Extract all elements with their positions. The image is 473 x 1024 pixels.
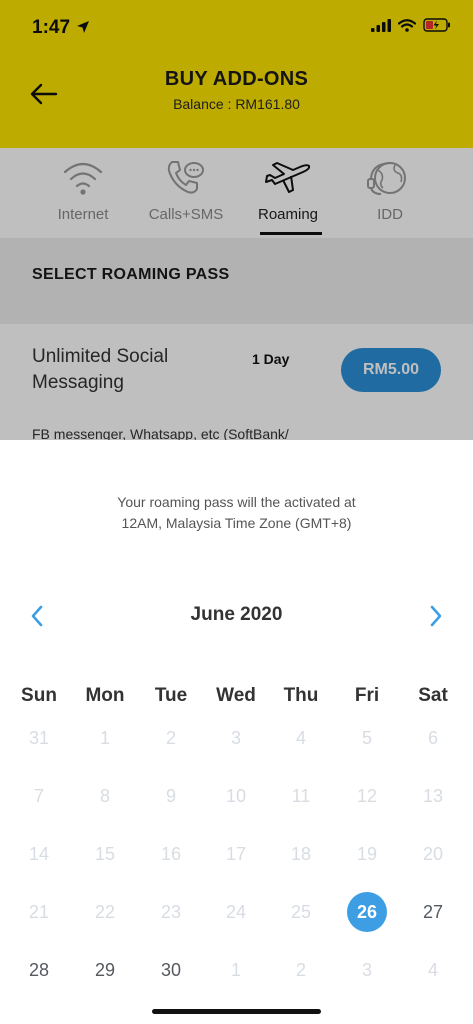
calendar-day-cell: 6 [427,728,438,748]
calendar-day-cell: 14 [28,844,50,864]
calendar-day-cell: 23 [160,902,182,922]
weekday-header: Sat [418,685,448,706]
calendar-day-cell: 2 [295,960,306,980]
home-indicator [152,1009,321,1014]
calendar-day-cell: 1 [99,728,110,748]
calendar-day-cell: 10 [225,786,247,806]
calendar-day-cell: 19 [356,844,378,864]
calendar-day-cell: 25 [290,902,312,922]
calendar-day-cell[interactable]: 29 [85,950,125,990]
calendar-day-cell[interactable]: 28 [19,950,59,990]
weekday-header: Tue [154,685,188,706]
calendar-day-cell: 7 [33,786,44,806]
calendar-day-cell: 9 [165,786,176,806]
next-month-chevron-icon[interactable] [425,603,447,629]
calendar-day-cell: 3 [361,960,372,980]
calendar-day-cell: 22 [94,902,116,922]
notice-line-2: 12AM, Malaysia Time Zone (GMT+8) [121,515,352,531]
selected-day-cell[interactable]: 26 [347,892,387,932]
calendar-day-cell: 3 [230,728,241,748]
calendar-day-cell: 4 [295,728,306,748]
calendar-day-cell: 5 [361,728,372,748]
weekday-header: Fri [354,685,380,706]
weekday-header: Wed [216,685,256,706]
weekday-header: Sun [21,685,57,706]
calendar-day-cell: 31 [28,728,50,748]
calendar-day-cell: 11 [291,786,311,806]
calendar-day-cell: 1 [230,960,241,980]
calendar-day-cell: 20 [422,844,444,864]
calendar-day-cell: 2 [165,728,176,748]
calendar-day-cell: 18 [290,844,312,864]
month-year-label: June 2020 [190,604,283,625]
calendar-day-cell: 17 [225,844,247,864]
calendar-day-cell[interactable]: 27 [413,892,453,932]
calendar-day-cell[interactable]: 30 [151,950,191,990]
activation-notice: Your roaming pass will the activated at … [60,492,413,534]
calendar-day-cell: 15 [94,844,116,864]
notice-line-1: Your roaming pass will the activated at [117,494,356,510]
calendar-day-cell: 16 [160,844,182,864]
calendar-day-cell: 12 [356,786,378,806]
calendar-day-cell: 24 [225,902,247,922]
calendar-day-cell: 13 [422,786,444,806]
weekday-header: Thu [283,685,319,706]
modal-backdrop[interactable] [0,0,473,440]
calendar-day-cell: 4 [427,960,438,980]
calendar-day-cell: 8 [99,786,110,806]
calendar-day-cell: 21 [28,902,50,922]
weekday-header: Mon [85,685,125,706]
